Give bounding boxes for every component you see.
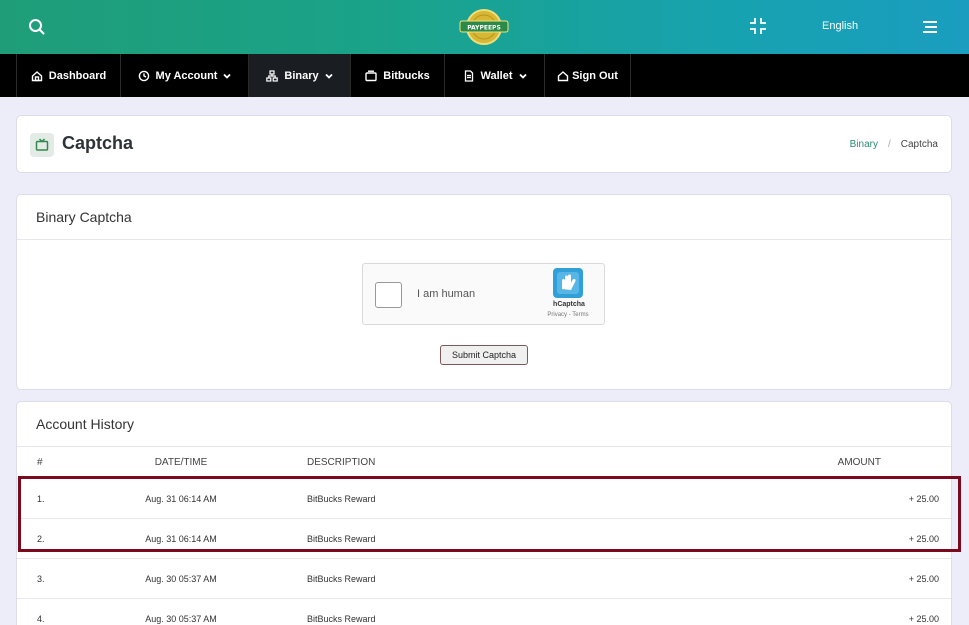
home-icon	[31, 70, 42, 81]
table-header: # DATE/TIME DESCRIPTION AMOUNT	[17, 447, 951, 479]
row-datetime: Aug. 31 06:14 AM	[145, 494, 217, 504]
nav-item-sign-out[interactable]: Sign Out	[545, 54, 631, 97]
hcaptcha-brand: hCaptcha	[553, 301, 585, 308]
row-amount: + 25.00	[908, 494, 939, 504]
chevron-down-icon	[324, 73, 333, 79]
page-title: Captcha	[62, 133, 134, 153]
logo[interactable]: PAYPEEPS	[458, 8, 510, 46]
chevron-down-icon	[518, 73, 527, 79]
column-header-number: #	[37, 457, 43, 468]
row-datetime: Aug. 30 05:37 AM	[145, 574, 217, 584]
row-description: BitBucks Reward	[307, 574, 376, 584]
account-history-card: Account History # DATE/TIME DESCRIPTION …	[16, 401, 952, 625]
nav-label: Sign Out	[572, 69, 618, 82]
minimize-icon[interactable]	[748, 16, 768, 36]
row-description: BitBucks Reward	[307, 534, 376, 544]
svg-text:PAYPEEPS: PAYPEEPS	[467, 25, 501, 32]
nav-item-my-account[interactable]: My Account	[121, 54, 249, 97]
nav-item-binary[interactable]: Binary	[249, 54, 351, 97]
hcaptcha-logo-icon	[550, 267, 586, 301]
row-datetime: Aug. 30 05:37 AM	[145, 614, 217, 624]
nav-label: Binary	[284, 69, 319, 82]
main-nav: Dashboard My Account Binary Bitbucks Wal…	[0, 54, 969, 97]
nav-label: My Account	[155, 69, 218, 82]
column-header-amount: AMOUNT	[837, 457, 881, 468]
sitemap-icon	[266, 69, 279, 82]
row-description: BitBucks Reward	[307, 494, 376, 504]
breadcrumb-current: Captcha	[900, 139, 938, 150]
card-title: Account History	[17, 402, 951, 447]
top-header: PAYPEEPS English	[0, 0, 969, 54]
hcaptcha-privacy-terms-links[interactable]: Privacy - Terms	[535, 312, 601, 318]
history-table: # DATE/TIME DESCRIPTION AMOUNT 1. Aug. 3…	[17, 447, 951, 625]
table-row: 3. Aug. 30 05:37 AM BitBucks Reward + 25…	[17, 559, 951, 599]
tv-icon	[30, 133, 54, 157]
search-icon[interactable]	[27, 17, 47, 37]
clock-icon	[138, 70, 149, 81]
row-description: BitBucks Reward	[307, 614, 376, 624]
row-number: 3.	[37, 574, 45, 584]
breadcrumb-separator: /	[887, 139, 891, 150]
hcaptcha-widget: I am human hCaptcha Privacy - Terms	[362, 263, 605, 325]
row-number: 2.	[37, 534, 45, 544]
nav-item-dashboard[interactable]: Dashboard	[16, 54, 121, 97]
house-icon	[557, 70, 569, 81]
language-selector[interactable]: English	[822, 20, 858, 32]
breadcrumb-link-binary[interactable]: Binary	[850, 139, 878, 150]
nav-label: Dashboard	[48, 69, 107, 82]
column-header-description: DESCRIPTION	[307, 457, 376, 468]
row-datetime: Aug. 31 06:14 AM	[145, 534, 217, 544]
row-amount: + 25.00	[908, 534, 939, 544]
row-amount: + 25.00	[908, 574, 939, 584]
nav-label: Bitbucks	[383, 69, 430, 82]
breadcrumb: Binary / Captcha	[850, 139, 938, 150]
menu-icon[interactable]	[920, 18, 940, 36]
table-row: 4. Aug. 30 05:37 AM BitBucks Reward + 25…	[17, 599, 951, 625]
submit-captcha-button[interactable]: Submit Captcha	[440, 345, 528, 365]
nav-item-wallet[interactable]: Wallet	[445, 54, 545, 97]
chevron-down-icon	[223, 73, 232, 79]
page-header-card: Captcha Binary / Captcha	[16, 115, 952, 173]
captcha-checkbox[interactable]	[375, 282, 402, 308]
captcha-label: I am human	[417, 288, 476, 300]
table-row: 2. Aug. 31 06:14 AM BitBucks Reward + 25…	[17, 519, 951, 559]
nav-label: Wallet	[480, 69, 513, 82]
column-header-datetime: DATE/TIME	[154, 457, 208, 468]
row-amount: + 25.00	[908, 614, 939, 624]
table-row: 1. Aug. 31 06:14 AM BitBucks Reward + 25…	[17, 479, 951, 519]
wallet-icon	[365, 70, 377, 81]
card-title: Binary Captcha	[17, 195, 951, 240]
row-number: 4.	[37, 614, 45, 624]
captcha-card: Binary Captcha I am human hCaptcha Priva…	[16, 194, 952, 390]
nav-item-bitbucks[interactable]: Bitbucks	[351, 54, 445, 97]
document-icon	[464, 69, 473, 82]
row-number: 1.	[37, 494, 45, 504]
